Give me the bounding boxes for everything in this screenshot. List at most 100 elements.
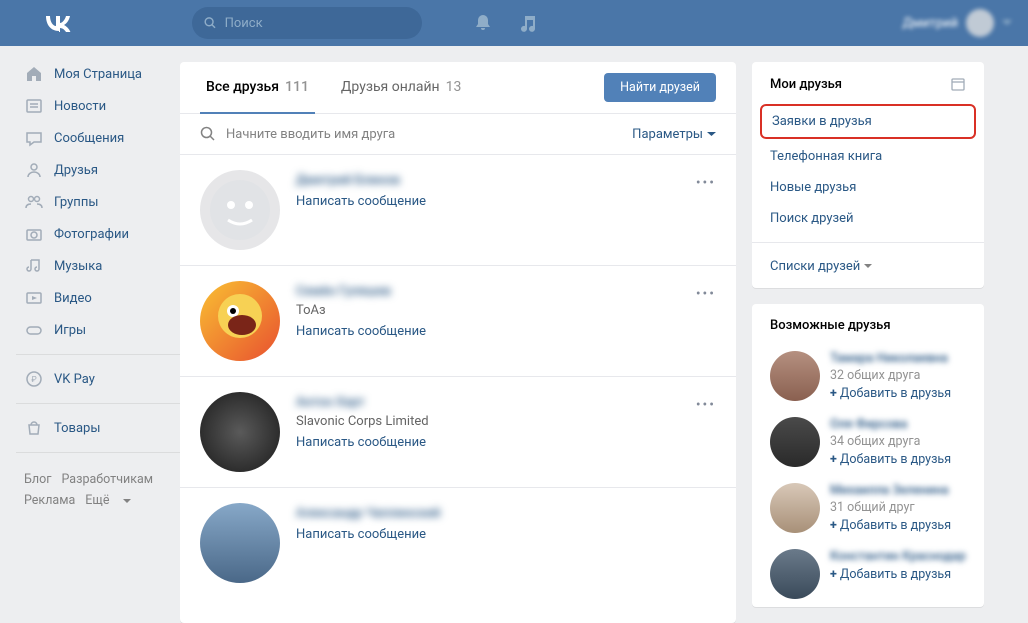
friend-search-input[interactable] <box>226 127 632 142</box>
topbar: Дмитрий <box>0 0 1028 46</box>
suggestion-avatar[interactable] <box>770 483 820 533</box>
tab-online-friends[interactable]: Друзья онлайн13 <box>335 62 467 114</box>
nav-video[interactable]: Видео <box>16 282 180 314</box>
suggestion-mutual: 32 общих друга <box>830 368 951 383</box>
my-friends-label[interactable]: Мои друзья <box>770 77 842 92</box>
find-friends-button[interactable]: Найти друзей <box>604 73 716 102</box>
add-friend-link[interactable]: Добавить в друзья <box>830 567 966 582</box>
friend-row: Антон Харт Slavonic Corps Limited Написа… <box>180 377 736 488</box>
chevron-down-icon <box>1002 20 1012 26</box>
photo-icon <box>24 224 44 244</box>
friend-requests-link[interactable]: Заявки в друзья <box>760 104 976 139</box>
nav-music[interactable]: Музыка <box>16 250 180 282</box>
add-friend-link[interactable]: Добавить в друзья <box>830 518 951 533</box>
footer-blog[interactable]: Блог <box>24 472 51 487</box>
friend-name-link[interactable]: Александр Чаплинский <box>296 506 440 521</box>
find-friends-link[interactable]: Поиск друзей <box>752 203 984 234</box>
tab-label: Друзья онлайн <box>341 79 440 95</box>
suggestion-avatar[interactable] <box>770 417 820 467</box>
vk-logo[interactable] <box>44 14 72 32</box>
nav-label: Группы <box>54 195 98 210</box>
footer-ads[interactable]: Реклама <box>24 493 75 508</box>
friend-row: Александр Чаплинский Написать сообщение <box>180 488 736 598</box>
write-message-link[interactable]: Написать сообщение <box>296 435 429 450</box>
nav-goods[interactable]: Товары <box>16 412 180 444</box>
footer-links: Блог Разработчикам Реклама Ещё <box>16 461 180 520</box>
avatar <box>966 9 994 37</box>
goods-icon <box>24 418 44 438</box>
tab-label: Все друзья <box>206 79 279 95</box>
nav-label: Видео <box>54 291 92 306</box>
friend-menu-icon[interactable]: ••• <box>696 397 716 413</box>
tab-all-friends[interactable]: Все друзья111 <box>200 62 315 114</box>
nav-label: Моя Страница <box>54 67 142 82</box>
nav-label: Фотографии <box>54 227 129 242</box>
friend-subtitle: ТоАз <box>296 303 426 318</box>
groups-icon <box>24 192 44 212</box>
nav-news[interactable]: Новости <box>16 90 180 122</box>
calendar-icon[interactable] <box>950 76 966 92</box>
nav-photos[interactable]: Фотографии <box>16 218 180 250</box>
nav-label: Друзья <box>54 163 98 178</box>
suggestion-row: Михаилла Зеленина 31 общий друг Добавить… <box>752 475 984 541</box>
music-nav-icon <box>24 256 44 276</box>
write-message-link[interactable]: Написать сообщение <box>296 324 426 339</box>
suggestion-avatar[interactable] <box>770 549 820 599</box>
suggestion-row: Константин Краснодар Добавить в друзья <box>752 541 984 607</box>
friends-filter-box: Мои друзья Заявки в друзья Телефонная кн… <box>752 62 984 288</box>
friend-avatar[interactable] <box>200 170 280 250</box>
search-icon <box>200 126 216 142</box>
friend-avatar[interactable] <box>200 281 280 361</box>
params-link[interactable]: Параметры <box>632 127 716 142</box>
nav-groups[interactable]: Группы <box>16 186 180 218</box>
friend-name-link[interactable]: Дмитрий Блинов <box>296 173 426 188</box>
right-header: Мои друзья <box>752 62 984 102</box>
search-bar[interactable] <box>192 7 422 39</box>
friend-search-row: Параметры <box>180 114 736 155</box>
suggestion-name[interactable]: Оля Фирсова <box>830 417 951 432</box>
friend-menu-icon[interactable]: ••• <box>696 175 716 191</box>
nav-my-page[interactable]: Моя Страница <box>16 58 180 90</box>
tabs-row: Все друзья111 Друзья онлайн13 Найти друз… <box>180 62 736 114</box>
friend-row: Семён Гуляшев ТоАз Написать сообщение ••… <box>180 266 736 377</box>
chevron-down-icon <box>707 132 716 137</box>
friend-menu-icon[interactable]: ••• <box>696 286 716 302</box>
user-menu[interactable]: Дмитрий <box>903 9 1012 37</box>
music-icon[interactable] <box>519 14 537 32</box>
friends-icon <box>24 160 44 180</box>
suggestion-mutual: 34 общих друга <box>830 434 951 449</box>
friend-avatar[interactable] <box>200 392 280 472</box>
nav-label: Музыка <box>54 259 102 274</box>
suggestion-avatar[interactable] <box>770 351 820 401</box>
suggestion-name[interactable]: Михаилла Зеленина <box>830 483 951 498</box>
suggestion-mutual: 31 общий друг <box>830 500 951 515</box>
suggestion-name[interactable]: Тамара Николаевна <box>830 351 951 366</box>
friend-avatar[interactable] <box>200 503 280 583</box>
suggestion-row: Тамара Николаевна 32 общих друга Добавит… <box>752 343 984 409</box>
nav-label: Сообщения <box>54 131 124 146</box>
nav-vkpay[interactable]: ₽VK Pay <box>16 363 180 395</box>
nav-games[interactable]: Игры <box>16 314 180 346</box>
friend-name-link[interactable]: Антон Харт <box>296 395 429 410</box>
nav-messages[interactable]: Сообщения <box>16 122 180 154</box>
username: Дмитрий <box>903 16 958 31</box>
add-friend-link[interactable]: Добавить в друзья <box>830 386 951 401</box>
phonebook-link[interactable]: Телефонная книга <box>752 141 984 172</box>
nav-friends[interactable]: Друзья <box>16 154 180 186</box>
vkpay-icon: ₽ <box>24 369 44 389</box>
friend-name-link[interactable]: Семён Гуляшев <box>296 284 426 299</box>
friend-lists-link[interactable]: Списки друзей <box>752 251 984 288</box>
footer-more[interactable]: Ещё <box>85 493 130 508</box>
suggestion-name[interactable]: Константин Краснодар <box>830 549 966 564</box>
footer-dev[interactable]: Разработчикам <box>61 472 153 487</box>
search-input[interactable] <box>225 16 410 31</box>
new-friends-link[interactable]: Новые друзья <box>752 172 984 203</box>
bell-icon[interactable] <box>473 13 493 33</box>
left-nav: Моя Страница Новости Сообщения Друзья Гр… <box>16 46 180 623</box>
add-friend-link[interactable]: Добавить в друзья <box>830 452 951 467</box>
nav-label: Игры <box>54 323 86 338</box>
write-message-link[interactable]: Написать сообщение <box>296 527 440 542</box>
nav-label: Товары <box>54 421 100 436</box>
write-message-link[interactable]: Написать сообщение <box>296 194 426 209</box>
friend-subtitle: Slavonic Corps Limited <box>296 414 429 429</box>
